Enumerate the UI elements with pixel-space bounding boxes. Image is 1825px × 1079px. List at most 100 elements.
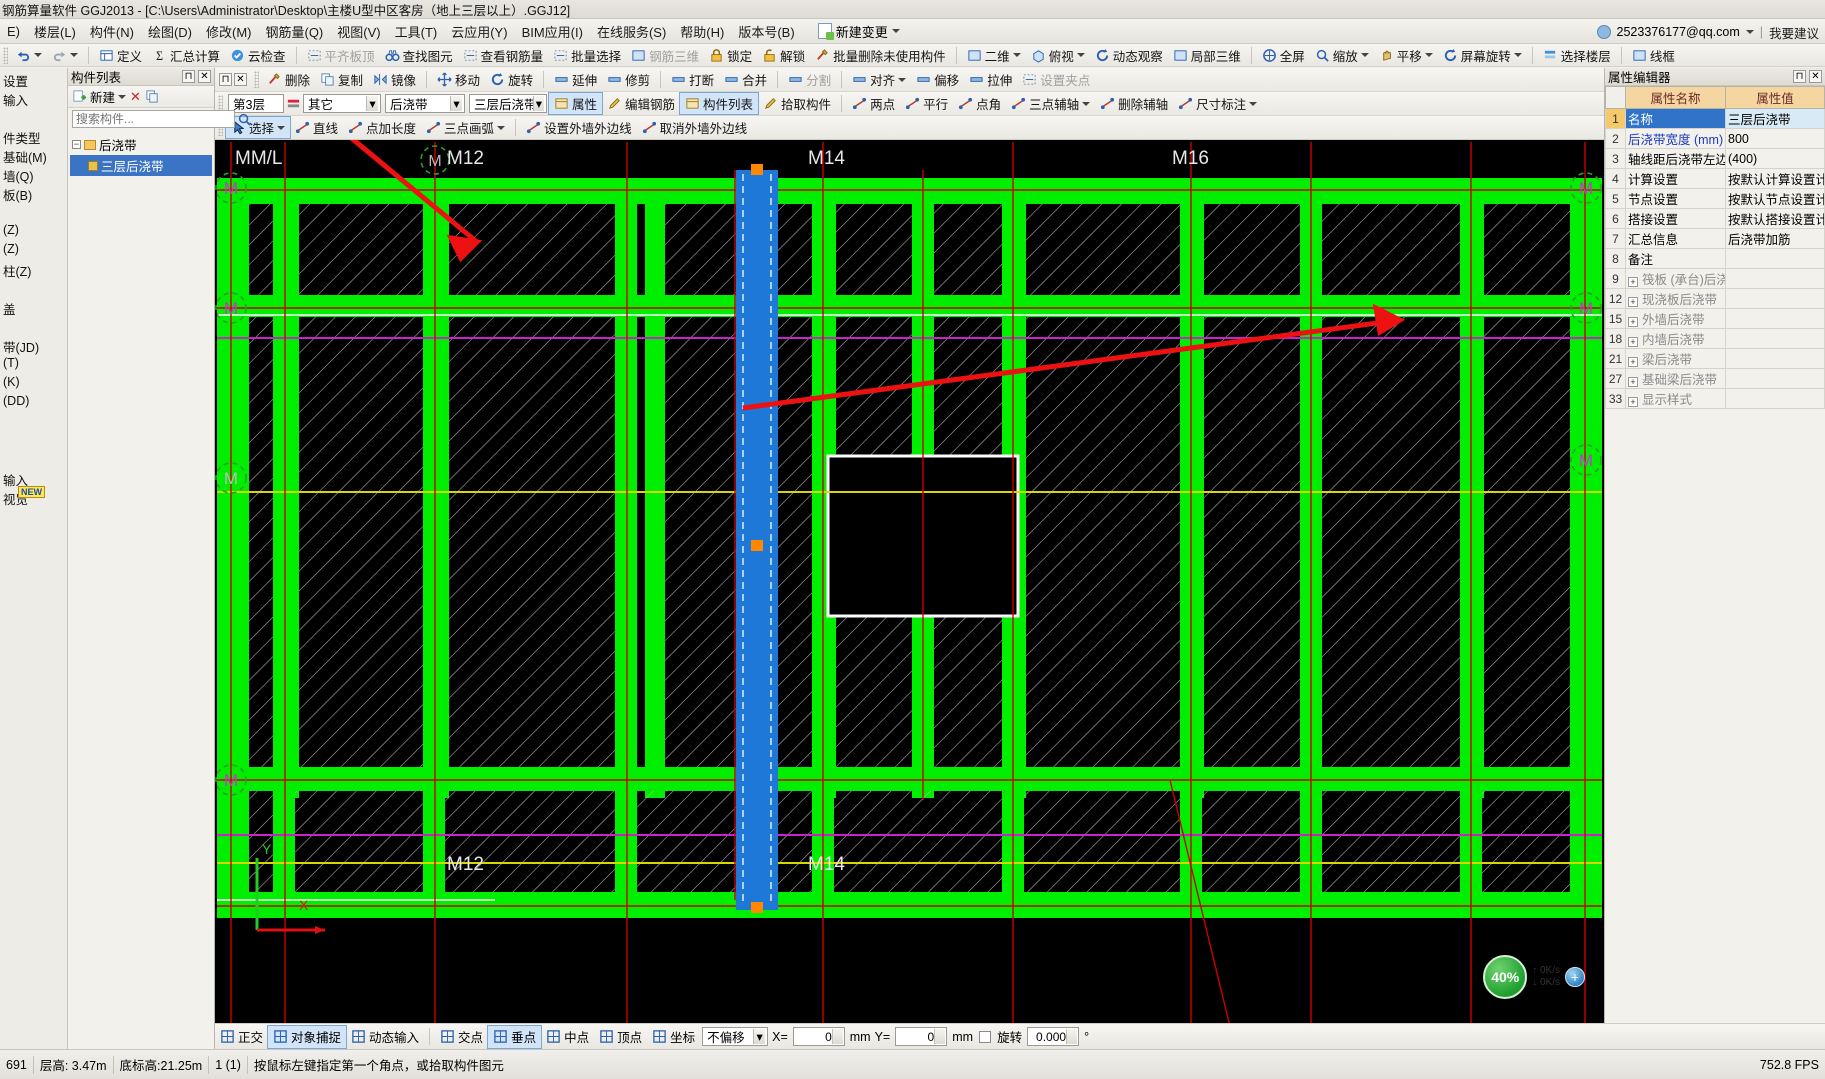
解锁-button[interactable]: 解锁	[757, 45, 810, 66]
chevron-down-icon[interactable]	[497, 125, 506, 130]
复制-button[interactable]: 复制	[315, 69, 368, 90]
chevron-down-icon[interactable]	[118, 94, 127, 99]
property-value-cell[interactable]	[1725, 328, 1825, 349]
property-value-cell[interactable]: 按默认搭接设置计算	[1725, 208, 1825, 229]
chevron-down-icon[interactable]: ▾	[532, 96, 544, 111]
property-value-cell[interactable]	[1725, 368, 1825, 389]
平移-button[interactable]: 平移	[1374, 45, 1438, 66]
镜像-button[interactable]: 镜像	[368, 69, 421, 90]
chevron-down-icon[interactable]	[1082, 101, 1091, 106]
property-row[interactable]: 4计算设置 按默认计算设置计算	[1605, 168, 1825, 189]
chevron-down-icon[interactable]	[1360, 53, 1369, 57]
property-name-cell[interactable]: + 外墙后浇带	[1625, 308, 1726, 329]
tree-expander-icon[interactable]: −	[72, 140, 81, 149]
menu-item-7[interactable]: 工具(T)	[388, 19, 445, 44]
缩放-button[interactable]: 缩放	[1310, 45, 1374, 66]
查找图元-button[interactable]: 查找图元	[380, 45, 458, 66]
chevron-down-icon[interactable]	[898, 77, 907, 82]
property-row[interactable]: 6搭接设置 按默认搭接设置计算	[1605, 208, 1825, 229]
垂点-toggle[interactable]: 垂点	[487, 1024, 543, 1049]
category-combo[interactable]: 其它 ▾	[303, 94, 381, 113]
分割-button[interactable]: 分割	[783, 69, 836, 90]
new-change-button[interactable]: 新建变更	[812, 20, 906, 43]
account-email[interactable]: 2523376177@qq.com	[1617, 25, 1740, 39]
undo-chevron-icon[interactable]	[34, 53, 42, 57]
删除-button[interactable]: 删除	[262, 69, 315, 90]
expand-plus-icon[interactable]: +	[1628, 397, 1638, 407]
expand-plus-icon[interactable]: +	[1628, 317, 1638, 327]
点加长度-button[interactable]: 点加长度	[343, 117, 421, 138]
中点-toggle[interactable]: 中点	[541, 1026, 594, 1048]
property-name-cell[interactable]: + 显示样式	[1625, 388, 1726, 409]
menu-item-4[interactable]: 修改(M)	[199, 19, 259, 44]
批量选择-button[interactable]: 批量选择	[548, 45, 626, 66]
两点-button[interactable]: 两点	[847, 93, 900, 114]
交点-toggle[interactable]: 交点	[435, 1026, 488, 1048]
直线-button[interactable]: 直线	[290, 117, 343, 138]
property-value-cell[interactable]	[1725, 268, 1825, 289]
property-name-cell[interactable]: 汇总信息	[1625, 228, 1726, 249]
钢筋三维-button[interactable]: 钢筋三维	[626, 45, 704, 66]
坐标-toggle[interactable]: 坐标	[647, 1026, 700, 1048]
property-row[interactable]: 12 + 现浇板后浇带	[1605, 288, 1825, 309]
二维-button[interactable]: 二维	[962, 45, 1026, 66]
线框-button[interactable]: 线框	[1627, 45, 1680, 66]
property-row[interactable]: 3 轴线距后浇带左边 (400)	[1605, 148, 1825, 169]
sidebar-item-17[interactable]: (DD)	[0, 391, 67, 410]
平齐板顶-button[interactable]: 平齐板顶	[302, 45, 380, 66]
构件列表-button[interactable]: 构件列表	[679, 92, 760, 115]
属性-button[interactable]: 属性	[547, 92, 604, 115]
三点辅轴-button[interactable]: 三点辅轴	[1006, 93, 1095, 114]
sidebar-item-21[interactable]: 输入	[0, 467, 67, 488]
选择-button[interactable]: 选择	[224, 116, 292, 139]
expand-plus-icon[interactable]: +	[1628, 337, 1638, 347]
property-value-cell[interactable]	[1725, 308, 1825, 329]
menu-item-1[interactable]: 楼层(L)	[27, 19, 83, 44]
顶点-toggle[interactable]: 顶点	[594, 1026, 647, 1048]
平行-button[interactable]: 平行	[900, 93, 953, 114]
toolbar-gripper[interactable]	[3, 46, 8, 64]
打断-button[interactable]: 打断	[666, 69, 719, 90]
点角-button[interactable]: 点角	[953, 93, 1006, 114]
menu-item-0[interactable]: E)	[0, 21, 27, 42]
拉伸-button[interactable]: 拉伸	[964, 69, 1017, 90]
动态输入-toggle[interactable]: 动态输入	[346, 1026, 424, 1048]
查看钢筋量-button[interactable]: 查看钢筋量	[458, 45, 549, 66]
property-name-cell[interactable]: 节点设置	[1625, 188, 1726, 209]
锁定-button[interactable]: 锁定	[704, 45, 757, 66]
chevron-down-icon[interactable]	[891, 29, 900, 33]
合并-button[interactable]: 合并	[719, 69, 772, 90]
旋转-button[interactable]: 旋转	[485, 69, 538, 90]
property-value-cell[interactable]	[1725, 388, 1825, 409]
property-value-cell[interactable]: 按默认节点设置计算	[1725, 188, 1825, 209]
redo-chevron-icon[interactable]	[70, 53, 78, 57]
floor-combo[interactable]: 第3层	[228, 94, 284, 113]
云检查-button[interactable]: 云检查	[225, 45, 291, 66]
取消外墙外边线-button[interactable]: 取消外墙外边线	[637, 117, 753, 138]
chevron-down-icon[interactable]	[1424, 53, 1433, 57]
property-row[interactable]: 15 + 外墙后浇带	[1605, 308, 1825, 329]
new-component-button[interactable]: 新建	[72, 87, 127, 106]
对齐-button[interactable]: 对齐	[847, 69, 911, 90]
close-icon[interactable]: ✕	[198, 70, 211, 83]
俯视-button[interactable]: 俯视	[1026, 45, 1090, 66]
property-name-cell[interactable]: 计算设置	[1625, 168, 1726, 189]
property-name-cell[interactable]: + 梁后浇带	[1625, 348, 1726, 369]
zoom-in-button[interactable]: +	[1565, 967, 1585, 987]
chevron-down-icon[interactable]	[1513, 53, 1522, 57]
property-name-cell[interactable]: + 现浇板后浇带	[1625, 288, 1726, 309]
expand-plus-icon[interactable]: +	[1628, 277, 1638, 287]
menu-item-5[interactable]: 钢筋量(Q)	[258, 19, 330, 44]
property-value-cell[interactable]	[1725, 248, 1825, 269]
property-row[interactable]: 27 + 基础梁后浇带	[1605, 368, 1825, 389]
sidebar-item-10[interactable]: 柱(Z)	[0, 258, 67, 279]
expand-plus-icon[interactable]: +	[1628, 357, 1638, 367]
menu-item-3[interactable]: 绘图(D)	[141, 19, 199, 44]
property-name-cell[interactable]: 后浇带宽度 (mm)	[1625, 128, 1726, 149]
尺寸标注-button[interactable]: 尺寸标注	[1173, 93, 1262, 114]
menu-item-11[interactable]: 帮助(H)	[673, 19, 731, 44]
tree-node-0[interactable]: − 后浇带	[70, 134, 212, 155]
property-value-cell[interactable]: (400)	[1725, 148, 1825, 169]
sidebar-item-1[interactable]: 输入	[0, 87, 67, 108]
动态观察-button[interactable]: 动态观察	[1090, 45, 1168, 66]
